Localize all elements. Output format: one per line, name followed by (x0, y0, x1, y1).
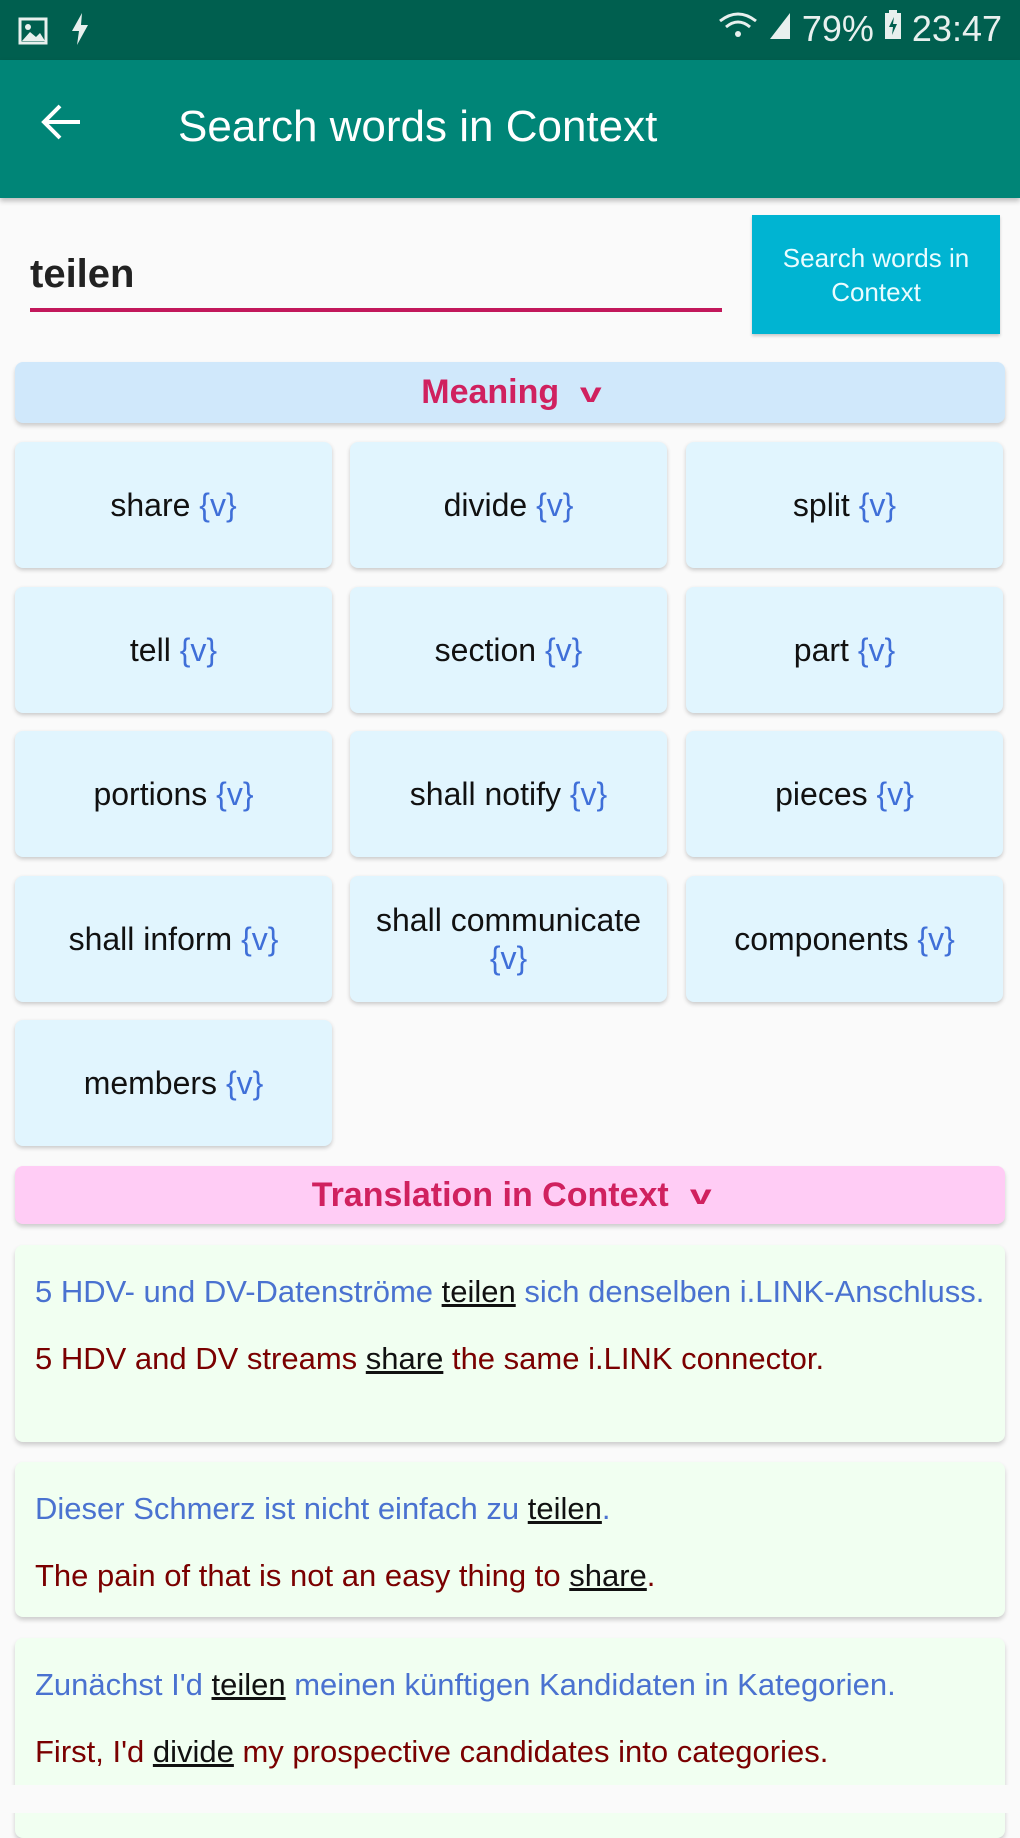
app-bar: Search words in Context (0, 60, 1020, 198)
highlighted-word: teilen (527, 1491, 602, 1526)
meaning-word: shall communicate (376, 901, 641, 938)
translation-header[interactable]: Translation in Context v (15, 1166, 1005, 1224)
meaning-item[interactable]: components {v} (686, 875, 1003, 1002)
german-sentence: Dieser Schmerz ist nicht einfach zu teil… (35, 1488, 985, 1529)
status-bar: 79% 23:47 (0, 0, 1020, 60)
meaning-header-label: Meaning (421, 373, 560, 411)
page-title: Search words in Context (178, 102, 658, 151)
meaning-item[interactable]: shall inform {v} (15, 875, 332, 1002)
meaning-item[interactable]: split {v} (686, 442, 1003, 568)
meaning-item[interactable]: portions {v} (15, 731, 332, 857)
part-of-speech: {v} (876, 776, 914, 812)
german-sentence: Zunächst I'd teilen meinen künftigen Kan… (35, 1664, 985, 1705)
part-of-speech: {v} (199, 487, 237, 523)
english-sentence: The pain of that is not an easy thing to… (35, 1555, 985, 1596)
part-of-speech: {v} (858, 487, 897, 523)
example-card[interactable]: 5 HDV- und DV-Datenströme teilen sich de… (15, 1245, 1005, 1442)
meaning-item[interactable]: pieces {v} (686, 731, 1003, 857)
part-of-speech: {v} (544, 631, 583, 668)
sentence-text: 5 HDV and DV streams (35, 1341, 366, 1376)
meaning-header[interactable]: Meaning v (15, 362, 1005, 423)
search-button[interactable]: Search words in Context (752, 215, 1000, 334)
sentence-text: . (601, 1491, 611, 1526)
sentence-text: The pain of that is not an easy thing to (35, 1558, 570, 1593)
meaning-word: components (734, 920, 909, 957)
meaning-item[interactable]: share {v} (15, 442, 332, 568)
example-card[interactable]: Dieser Schmerz ist nicht einfach zu teil… (15, 1462, 1005, 1617)
meaning-word: portions (93, 776, 208, 812)
meaning-item[interactable]: section {v} (350, 586, 667, 713)
meaning-word: members (83, 1065, 218, 1101)
meaning-word: section (434, 631, 537, 668)
meaning-word: part (793, 631, 849, 668)
meaning-word: share (110, 487, 191, 523)
meaning-item[interactable]: part {v} (686, 586, 1003, 713)
sentence-text: 5 HDV- und DV-Datenströme (35, 1274, 442, 1309)
highlighted-word: share (365, 1341, 444, 1376)
image-icon (18, 12, 48, 54)
arrow-left-icon[interactable] (40, 100, 84, 153)
sentence-text: Zunächst I'd (35, 1667, 212, 1702)
search-input[interactable] (30, 240, 722, 312)
battery-level: 79% (801, 8, 874, 49)
sentence-text: Dieser Schmerz ist nicht einfach zu (35, 1491, 528, 1526)
part-of-speech: {v} (857, 631, 896, 668)
part-of-speech: {v} (216, 776, 254, 812)
part-of-speech: {v} (917, 920, 955, 957)
sentence-text: meinen künftigen Kandidaten in Kategorie… (285, 1667, 896, 1702)
meaning-item[interactable]: tell {v} (15, 586, 332, 713)
highlighted-word: teilen (441, 1274, 516, 1309)
bottom-edge (0, 1785, 1020, 1813)
signal-icon (768, 8, 792, 50)
sentence-text: my prospective candidates into categorie… (233, 1734, 829, 1769)
highlighted-word: divide (152, 1734, 234, 1769)
part-of-speech: {v} (536, 487, 574, 523)
english-sentence: First, I'd divide my prospective candida… (35, 1731, 985, 1772)
meaning-item[interactable]: shall communicate {v} (350, 875, 667, 1002)
german-sentence: 5 HDV- und DV-Datenströme teilen sich de… (35, 1271, 985, 1312)
part-of-speech: {v} (489, 939, 528, 976)
highlighted-word: share (569, 1558, 647, 1593)
part-of-speech: {v} (241, 920, 279, 957)
highlighted-word: teilen (211, 1667, 286, 1702)
chevron-down-icon: v (580, 376, 602, 408)
part-of-speech: {v} (569, 776, 608, 812)
part-of-speech: {v} (179, 631, 218, 668)
english-sentence: 5 HDV and DV streams share the same i.LI… (35, 1338, 985, 1379)
flash-icon (70, 12, 90, 54)
part-of-speech: {v} (225, 1065, 264, 1101)
meaning-word: tell (129, 631, 171, 668)
meaning-item[interactable]: shall notify {v} (350, 731, 667, 857)
clock: 23:47 (911, 8, 1002, 49)
meaning-word: divide (443, 487, 528, 523)
translation-header-label: Translation in Context (311, 1175, 669, 1214)
battery-charging-icon (884, 8, 902, 50)
sentence-text: the same i.LINK connector. (443, 1341, 825, 1376)
sentence-text: sich denselben i.LINK-Anschluss. (515, 1274, 985, 1309)
meaning-item[interactable]: divide {v} (350, 442, 667, 568)
meaning-item[interactable]: members {v} (15, 1020, 332, 1146)
meaning-word: shall inform (68, 920, 233, 957)
search-button-label: Search words in Context (782, 242, 970, 307)
sentence-text: . (646, 1558, 656, 1593)
meaning-word: shall notify (409, 776, 561, 812)
sentence-text: First, I'd (35, 1734, 153, 1769)
meaning-word: split (792, 487, 850, 523)
wifi-icon (718, 8, 758, 50)
meaning-word: pieces (775, 776, 868, 812)
chevron-down-icon: v (689, 1179, 712, 1210)
